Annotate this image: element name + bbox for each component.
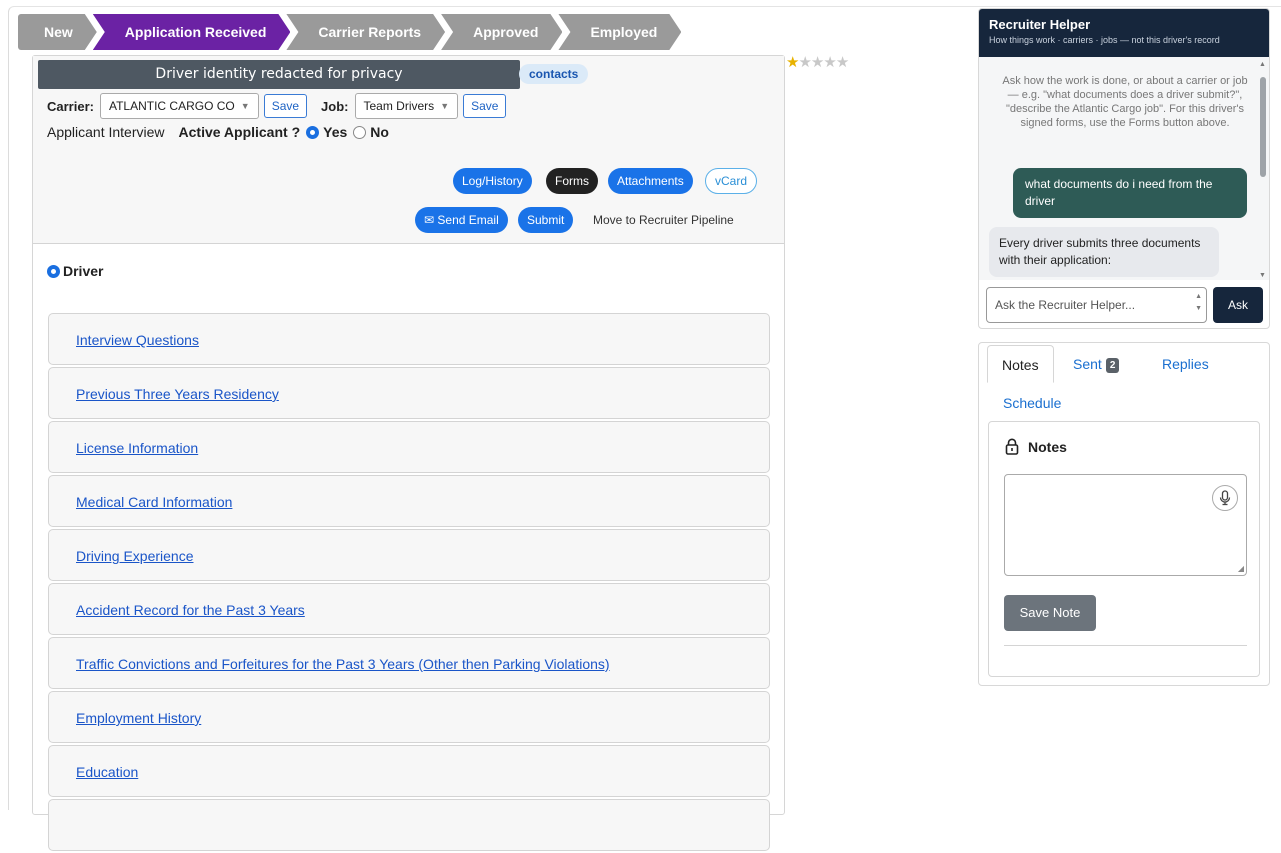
chat-hint: Ask how the work is done, or about a car…	[1002, 75, 1248, 129]
job-save-button[interactable]: Save	[463, 94, 507, 118]
chevron-down-icon: ▼	[440, 101, 450, 111]
ask-button[interactable]: Ask	[1213, 287, 1263, 323]
step-application-received[interactable]: Application Received	[93, 14, 291, 50]
job-select[interactable]: Team Drivers ▼	[354, 93, 459, 119]
section-link[interactable]: Driving Experience	[76, 548, 194, 564]
notes-pane: Notes ◢ Save Note	[988, 421, 1260, 677]
section-link[interactable]: License Information	[76, 440, 198, 456]
scroll-down-icon[interactable]: ▼	[1259, 272, 1266, 279]
star-icon[interactable]: ★	[786, 54, 799, 71]
job-value: Team Drivers	[363, 99, 435, 113]
applicant-panel: Driver identity redacted for privacy con…	[32, 55, 785, 851]
notes-textarea[interactable]: ◢	[1004, 474, 1247, 576]
section-item: Medical Card Information	[48, 475, 770, 527]
section-item: Traffic Convictions and Forfeitures for …	[48, 637, 770, 689]
no-label: No	[370, 124, 389, 140]
section-item	[48, 799, 770, 851]
section-link[interactable]: Accident Record for the Past 3 Years	[76, 602, 305, 618]
section-link[interactable]: Previous Three Years Residency	[76, 386, 279, 402]
carrier-select[interactable]: ATLANTIC CARGO CO ▼	[99, 93, 259, 119]
resize-handle-icon[interactable]: ◢	[1238, 564, 1244, 573]
vcard-button[interactable]: vCard	[705, 168, 758, 194]
pipeline-steps: New Application Received Carrier Reports…	[18, 14, 681, 50]
step-approved[interactable]: Approved	[441, 14, 562, 50]
scroll-up-icon[interactable]: ▲	[1259, 61, 1266, 68]
redacted-banner: Driver identity redacted for privacy	[38, 60, 520, 89]
recruiter-helper-panel: Recruiter Helper How things work · carri…	[978, 8, 1270, 329]
save-note-button[interactable]: Save Note	[1004, 595, 1096, 631]
tab-replies[interactable]: Replies	[1162, 345, 1209, 383]
section-item: Education	[48, 745, 770, 797]
tab-notes[interactable]: Notes	[987, 345, 1054, 383]
spinner-icon[interactable]: ▲ ▼	[1195, 291, 1202, 315]
notes-tabs: Notes Sent 2 Replies Schedule	[987, 345, 1263, 422]
section-item: Previous Three Years Residency	[48, 367, 770, 419]
carrier-save-button[interactable]: Save	[263, 94, 308, 118]
carrier-job-row: Carrier: ATLANTIC CARGO CO ▼ Save Job: T…	[47, 93, 507, 119]
carrier-value: ATLANTIC CARGO CO	[108, 99, 235, 113]
tab-schedule[interactable]: Schedule	[1003, 384, 1061, 422]
lock-icon	[1005, 438, 1019, 455]
section-item: Driving Experience	[48, 529, 770, 581]
star-icon[interactable]: ★	[798, 54, 811, 71]
ask-input[interactable]: Ask the Recruiter Helper... ▲ ▼	[986, 287, 1207, 323]
active-applicant-label: Active Applicant ?	[178, 124, 301, 140]
star-icon[interactable]: ★	[811, 54, 824, 71]
star-icon[interactable]: ★	[836, 54, 849, 71]
contacts-link[interactable]: contacts	[519, 64, 589, 84]
divider	[1004, 645, 1247, 646]
form-sections: Interview Questions Previous Three Years…	[48, 313, 770, 853]
sent-count-badge: 2	[1105, 357, 1120, 373]
applicant-header: Driver identity redacted for privacy con…	[33, 56, 784, 244]
send-email-button[interactable]: ✉ Send Email	[415, 207, 508, 233]
section-item: License Information	[48, 421, 770, 473]
yes-label: Yes	[323, 124, 348, 140]
chat-log[interactable]: Ask how the work is done, or about a car…	[979, 57, 1269, 280]
scrollbar-thumb[interactable]	[1260, 77, 1266, 177]
star-icon[interactable]: ★	[823, 54, 836, 71]
microphone-icon	[1219, 490, 1231, 506]
attachments-button[interactable]: Attachments	[608, 168, 693, 194]
section-item: Employment History	[48, 691, 770, 743]
log-history-button[interactable]: Log/History	[453, 168, 532, 194]
job-label: Job:	[321, 98, 349, 114]
helper-subtitle: How things work · carriers · jobs — not …	[989, 35, 1220, 45]
helper-title: Recruiter Helper	[989, 17, 1091, 32]
microphone-button[interactable]	[1212, 485, 1238, 511]
section-item: Accident Record for the Past 3 Years	[48, 583, 770, 635]
tab-sent[interactable]: Sent 2	[1073, 345, 1120, 383]
helper-header: Recruiter Helper How things work · carri…	[979, 9, 1269, 57]
interview-label: Applicant Interview	[47, 124, 165, 140]
assistant-message: Every driver submits three documents wit…	[989, 227, 1219, 277]
submit-button[interactable]: Submit	[518, 207, 574, 233]
step-carrier-reports[interactable]: Carrier Reports	[286, 14, 445, 50]
step-new[interactable]: New	[18, 14, 97, 50]
tab-sent-label: Sent	[1073, 356, 1102, 372]
section-link[interactable]: Education	[76, 764, 138, 780]
yes-radio[interactable]	[306, 125, 320, 139]
section-link[interactable]: Employment History	[76, 710, 201, 726]
chat-scrollbar[interactable]: ▲ ▼	[1259, 61, 1267, 279]
notes-title: Notes	[1028, 438, 1067, 455]
driver-label: Driver	[63, 263, 104, 279]
forms-button[interactable]: Forms	[546, 168, 598, 194]
ask-placeholder: Ask the Recruiter Helper...	[995, 298, 1136, 312]
user-message: what documents do i need from the driver	[1013, 168, 1247, 218]
chevron-down-icon: ▼	[240, 101, 250, 111]
carrier-label: Carrier:	[47, 98, 94, 114]
section-link[interactable]: Medical Card Information	[76, 494, 232, 510]
section-link[interactable]: Interview Questions	[76, 332, 199, 348]
notes-card: Notes Sent 2 Replies Schedule Notes ◢ Sa…	[978, 342, 1270, 686]
driver-radio[interactable]	[47, 264, 60, 278]
driver-option[interactable]: Driver	[47, 263, 103, 279]
section-item: Interview Questions	[48, 313, 770, 365]
no-radio[interactable]	[353, 125, 367, 139]
interview-row: Applicant Interview Active Applicant ? Y…	[47, 124, 395, 140]
move-to-pipeline-link[interactable]: Move to Recruiter Pipeline	[593, 213, 734, 227]
star-rating[interactable]: ★★★★★	[786, 53, 849, 71]
section-link[interactable]: Traffic Convictions and Forfeitures for …	[76, 656, 610, 672]
step-employed[interactable]: Employed	[558, 14, 681, 50]
notes-heading: Notes	[1005, 438, 1067, 455]
